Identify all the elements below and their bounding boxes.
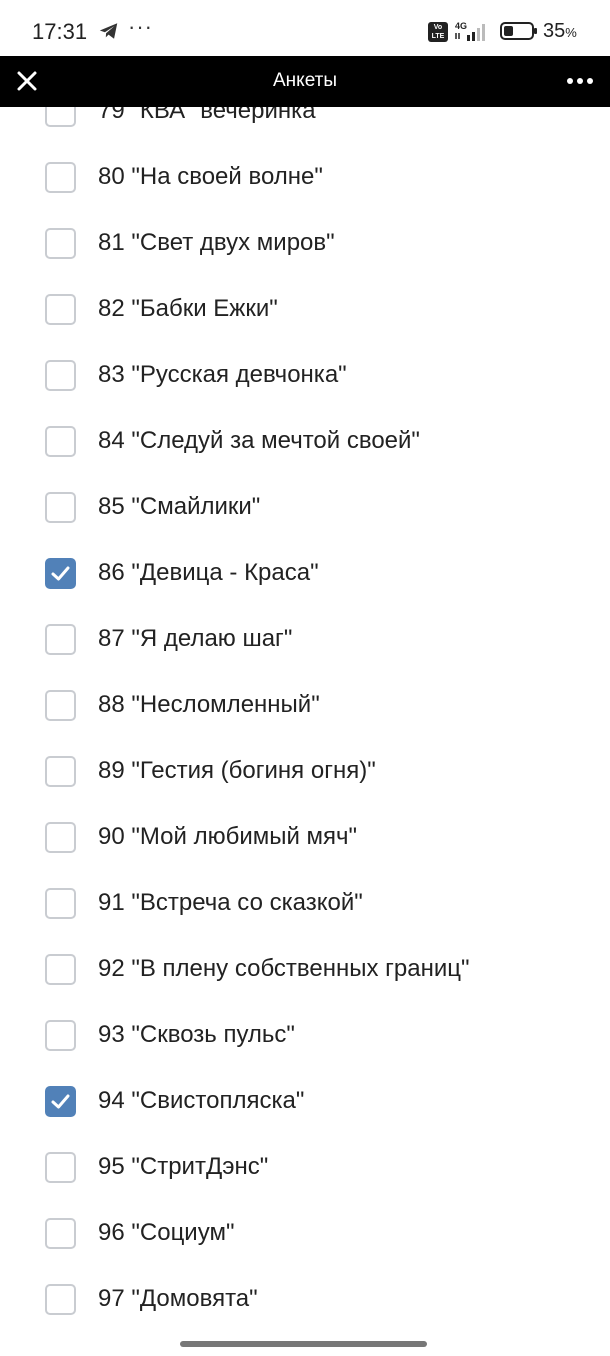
list-item[interactable]: 94 "Свистопляска"	[0, 1068, 610, 1134]
list-item-label: 93 "Сквозь пульс"	[98, 1021, 295, 1048]
list-item-label: 87 "Я делаю шаг"	[98, 625, 293, 652]
telegram-icon	[99, 23, 118, 39]
list-item[interactable]: 85 "Смайлики"	[0, 474, 610, 540]
checkbox[interactable]	[45, 1152, 76, 1183]
network-type: 4G	[455, 21, 467, 31]
volte-icon: Vo LTE	[428, 22, 448, 42]
signal-icon: 4G	[455, 21, 485, 41]
list-item-label: 82 "Бабки Ежки"	[98, 295, 278, 322]
checkbox[interactable]	[45, 107, 76, 127]
list-item-label: 95 "СтритДэнс"	[98, 1153, 269, 1180]
checkbox[interactable]	[45, 756, 76, 787]
list-item[interactable]: 93 "Сквозь пульс"	[0, 1002, 610, 1068]
checkbox[interactable]	[45, 492, 76, 523]
list-item[interactable]: 83 "Русская девчонка"	[0, 342, 610, 408]
checkbox[interactable]	[45, 294, 76, 325]
page-title: Анкеты	[273, 70, 337, 91]
list-item[interactable]: 89 "Гестия (богиня огня)"	[0, 738, 610, 804]
list-item[interactable]: 92 "В плену собственных границ"	[0, 936, 610, 1002]
list-item-label: 88 "Несломленный"	[98, 691, 320, 718]
list-item[interactable]: 79 "КВА" вечеринка	[0, 107, 610, 144]
more-button[interactable]	[560, 62, 600, 100]
status-bar: 17:31 ··· Vo LTE 4G 35%	[0, 0, 610, 57]
list-item-label: 86 "Девица - Краса"	[98, 559, 319, 586]
list-item-label: 90 "Мой любимый мяч"	[98, 823, 358, 850]
checkbox[interactable]	[45, 690, 76, 721]
list-item-label: 83 "Русская девчонка"	[98, 361, 347, 388]
status-overflow: ···	[128, 14, 153, 39]
list-item[interactable]: 95 "СтритДэнс"	[0, 1134, 610, 1200]
app-header: Анкеты	[0, 56, 610, 107]
list-item[interactable]: 81 "Свет двух миров"	[0, 210, 610, 276]
checkbox[interactable]	[45, 162, 76, 193]
list-item[interactable]: 91 "Встреча со сказкой"	[0, 870, 610, 936]
list-item[interactable]: 87 "Я делаю шаг"	[0, 606, 610, 672]
list-item[interactable]: 86 "Девица - Краса"	[0, 540, 610, 606]
list-item[interactable]: 96 "Социум"	[0, 1200, 610, 1266]
status-time: 17:31	[32, 19, 88, 44]
checkbox[interactable]	[45, 1020, 76, 1051]
checkbox[interactable]	[45, 888, 76, 919]
checkbox[interactable]	[45, 822, 76, 853]
checkbox[interactable]	[45, 954, 76, 985]
battery-fill	[504, 26, 513, 36]
list-item-label: 92 "В плену собственных границ"	[98, 955, 470, 982]
poll-options-list[interactable]: 79 "КВА" вечеринка 80 "На своей волне" 81 …	[0, 107, 610, 1330]
list-item-label: 96 "Социум"	[98, 1219, 235, 1246]
home-indicator[interactable]	[180, 1341, 427, 1347]
checkbox[interactable]	[45, 360, 76, 391]
checkbox[interactable]	[45, 228, 76, 259]
list-item-label: 81 "Свет двух миров"	[98, 229, 335, 256]
list-item-label: 79 "КВА" вечеринка	[98, 107, 316, 124]
poll-options-scroll: 79 "КВА" вечеринка 80 "На своей волне" 81 …	[0, 107, 610, 1330]
checkbox[interactable]	[45, 558, 76, 589]
checkmark-icon	[51, 1094, 70, 1109]
checkbox[interactable]	[45, 1218, 76, 1249]
battery-percent: 35%	[543, 20, 577, 42]
list-item-label: 89 "Гестия (богиня огня)"	[98, 757, 376, 784]
checkbox[interactable]	[45, 1086, 76, 1117]
checkmark-icon	[51, 566, 70, 581]
battery-icon	[500, 22, 537, 40]
list-item[interactable]: 90 "Мой любимый мяч"	[0, 804, 610, 870]
checkbox[interactable]	[45, 624, 76, 655]
list-item-label: 97 "Домовята"	[98, 1285, 258, 1312]
list-item[interactable]: 84 "Следуй за мечтой своей"	[0, 408, 610, 474]
list-item[interactable]: 88 "Несломленный"	[0, 672, 610, 738]
list-item[interactable]: 82 "Бабки Ежки"	[0, 276, 610, 342]
checkbox[interactable]	[45, 1284, 76, 1315]
checkbox[interactable]	[45, 426, 76, 457]
list-item-label: 84 "Следуй за мечтой своей"	[98, 427, 420, 454]
list-item-label: 80 "На своей волне"	[98, 163, 323, 190]
list-item-label: 94 "Свистопляска"	[98, 1087, 305, 1114]
list-item[interactable]: 80 "На своей волне"	[0, 144, 610, 210]
list-item[interactable]: 97 "Домовята"	[0, 1266, 610, 1330]
more-icon	[567, 78, 593, 84]
list-item-label: 91 "Встреча со сказкой"	[98, 889, 363, 916]
list-item-label: 85 "Смайлики"	[98, 493, 261, 520]
